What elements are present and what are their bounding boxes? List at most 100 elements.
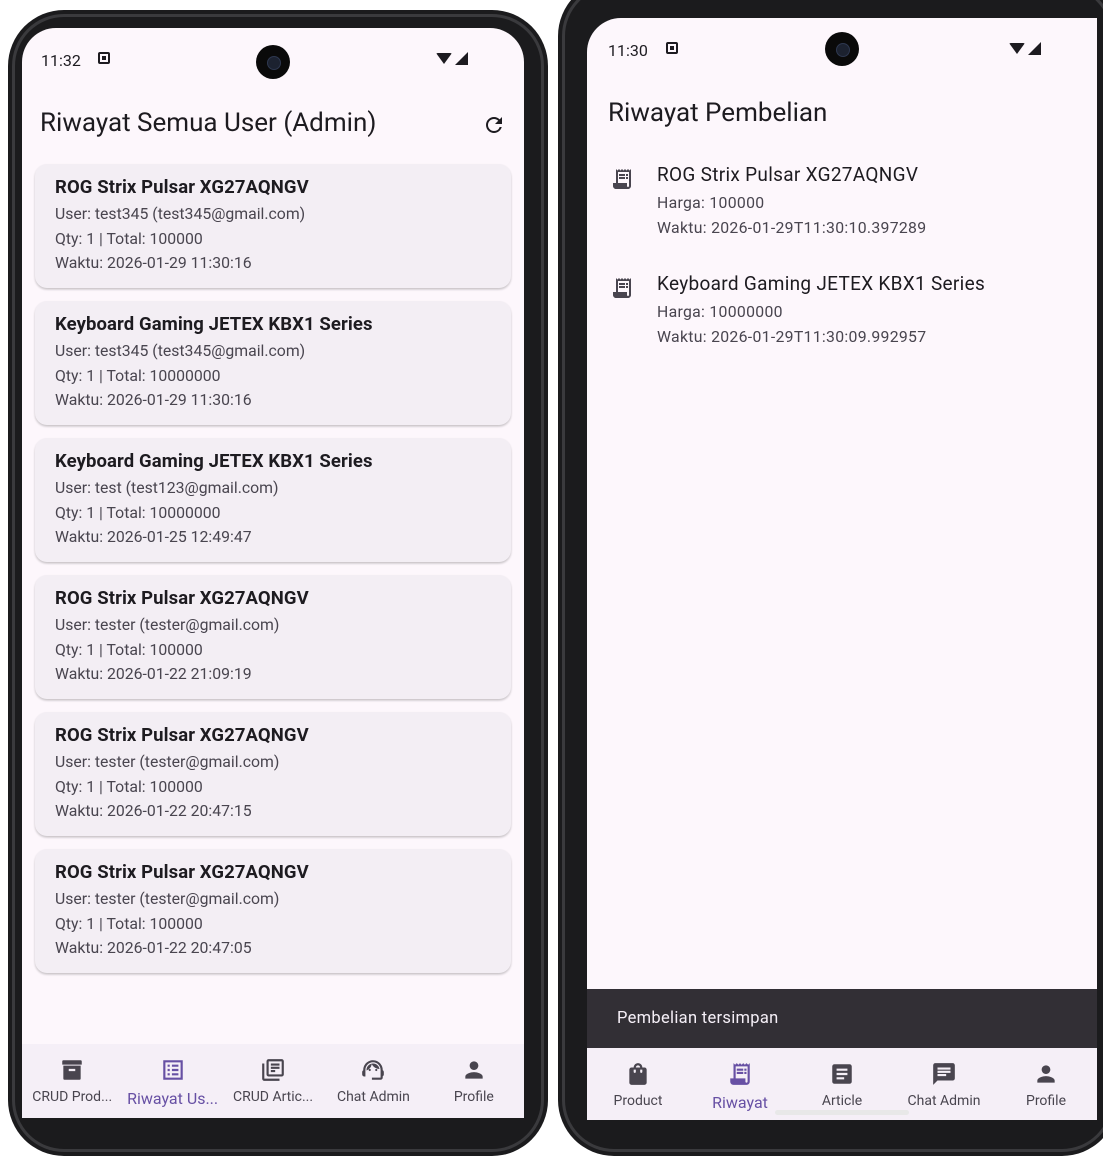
library-icon [262,1059,284,1081]
bottom-navigation: CRUD Prod... Riwayat Us... CRUD Artic... Ch… [22,1044,524,1118]
nav-label: Chat Admin [907,1093,981,1109]
article-icon [832,1064,852,1084]
system-icons [436,52,468,65]
history-card[interactable]: ROG Strix Pulsar XG27AQNGV User: tester (… [35,712,511,836]
gesture-bar [775,1110,909,1115]
nav-icon [159,1056,187,1084]
nav-label: Riwayat [712,1093,768,1112]
nav-label: Article [821,1093,863,1109]
list-icon [162,1060,183,1080]
nav-label: Profile [453,1089,494,1105]
card-product-name: ROG Strix Pulsar XG27AQNGV [55,587,309,609]
shopping-bag-icon [629,1063,647,1085]
notification-icon [98,52,110,64]
card-user: User: tester (tester@gmail.com) [55,889,280,908]
card-product-name: Keyboard Gaming JETEX KBX1 Series [55,313,373,335]
status-bar: 11:30 [587,18,1097,78]
nav-item-profile[interactable]: Profile [995,1048,1097,1120]
purchase-list: ROG Strix Pulsar XG27AQNGV Harga: 100000 W… [587,163,1097,381]
purchase-history-screen: 11:30 Riwayat Pembelian ROG Strix Pulsar… [587,18,1097,1120]
wifi-icon [1009,43,1025,54]
card-time: Waktu: 2026-01-22 20:47:15 [55,801,252,820]
admin-history-screen: 11:32 Riwayat Semua User (Admin) ROG Str… [22,28,524,1118]
card-qty-total: Qty: 1 | Total: 10000000 [55,365,221,385]
card-time: Waktu: 2026-01-22 21:09:19 [55,664,252,683]
item-product-name: ROG Strix Pulsar XG27AQNGV [657,163,919,186]
receipt-icon [730,1063,750,1085]
card-product-name: ROG Strix Pulsar XG27AQNGV [55,861,309,883]
card-qty-total: Qty: 1 | Total: 100000 [55,639,203,659]
refresh-button[interactable] [474,105,514,145]
nav-label: Riwayat Us... [127,1089,219,1108]
card-product-name: ROG Strix Pulsar XG27AQNGV [55,724,309,746]
nav-icon [828,1060,856,1088]
nav-icon [259,1056,287,1084]
card-product-name: Keyboard Gaming JETEX KBX1 Series [55,450,373,472]
wifi-icon [436,53,452,64]
nav-item-riwayat-us[interactable]: Riwayat Us... [122,1044,222,1118]
card-time: Waktu: 2026-01-25 12:49:47 [55,527,252,546]
history-card[interactable]: ROG Strix Pulsar XG27AQNGV User: tester (… [35,575,511,699]
card-user: User: tester (tester@gmail.com) [55,752,280,771]
purchase-list-item[interactable]: ROG Strix Pulsar XG27AQNGV Harga: 100000 W… [587,163,1097,272]
refresh-icon [486,117,502,133]
page-title: Riwayat Semua User (Admin) [40,108,377,138]
nav-item-crud-prod[interactable]: CRUD Prod... [22,1044,122,1118]
nav-label: CRUD Prod... [32,1089,113,1105]
card-time: Waktu: 2026-01-29 11:30:16 [55,390,252,409]
page-title: Riwayat Pembelian [608,98,828,128]
nav-item-chat-admin[interactable]: Chat Admin [323,1044,423,1118]
purchase-list-item[interactable]: Keyboard Gaming JETEX KBX1 Series Harga: … [587,272,1097,381]
nav-item-profile[interactable]: Profile [424,1044,524,1118]
nav-item-crud-artic[interactable]: CRUD Artic... [223,1044,323,1118]
item-time: Waktu: 2026-01-29T11:30:09.992957 [657,327,927,346]
nav-icon [1032,1060,1060,1088]
nav-item-product[interactable]: Product [587,1048,689,1120]
card-user: User: tester (tester@gmail.com) [55,615,280,634]
receipt-icon-wrap [610,167,634,195]
nav-icon [359,1056,387,1084]
chat-icon [933,1063,955,1085]
status-time: 11:30 [608,41,648,60]
card-time: Waktu: 2026-01-22 20:47:05 [55,938,252,957]
nav-item-chat-admin[interactable]: Chat Admin [893,1048,995,1120]
item-product-name: Keyboard Gaming JETEX KBX1 Series [657,272,986,295]
history-card[interactable]: ROG Strix Pulsar XG27AQNGV User: tester (… [35,849,511,973]
nav-icon [460,1056,488,1084]
history-card[interactable]: Keyboard Gaming JETEX KBX1 Series User: t… [35,301,511,425]
nav-icon [726,1060,754,1088]
nav-label: Product [613,1093,663,1109]
nav-label: Chat Admin [336,1089,410,1105]
item-price: Harga: 10000000 [657,302,783,321]
card-product-name: ROG Strix Pulsar XG27AQNGV [55,176,309,198]
item-price: Harga: 100000 [657,193,765,212]
card-user: User: test345 (test345@gmail.com) [55,341,306,360]
status-bar: 11:32 [22,28,524,88]
card-time: Waktu: 2026-01-29 11:30:16 [55,253,252,272]
front-camera [825,32,859,66]
card-qty-total: Qty: 1 | Total: 100000 [55,776,203,796]
notification-icon [666,42,678,54]
nav-label: CRUD Artic... [232,1089,314,1105]
signal-icon [455,52,468,65]
history-card[interactable]: Keyboard Gaming JETEX KBX1 Series User: t… [35,438,511,562]
front-camera [256,45,290,79]
status-time: 11:32 [41,51,81,70]
card-qty-total: Qty: 1 | Total: 100000 [55,228,203,248]
item-time: Waktu: 2026-01-29T11:30:10.397289 [657,218,927,237]
card-qty-total: Qty: 1 | Total: 100000 [55,913,203,933]
receipt-icon [613,278,631,298]
card-qty-total: Qty: 1 | Total: 10000000 [55,502,221,522]
snackbar-message: Pembelian tersimpan [617,1009,779,1028]
card-user: User: test345 (test345@gmail.com) [55,204,306,223]
card-user: User: test (test123@gmail.com) [55,478,279,497]
nav-icon [624,1060,652,1088]
nav-icon [930,1060,958,1088]
history-list: ROG Strix Pulsar XG27AQNGV User: test345 … [35,164,511,986]
history-card[interactable]: ROG Strix Pulsar XG27AQNGV User: test345 … [35,164,511,288]
system-icons [1009,42,1041,55]
receipt-icon [613,169,631,189]
nav-icon [58,1056,86,1084]
nav-label: Profile [1025,1093,1066,1109]
signal-icon [1028,42,1041,55]
